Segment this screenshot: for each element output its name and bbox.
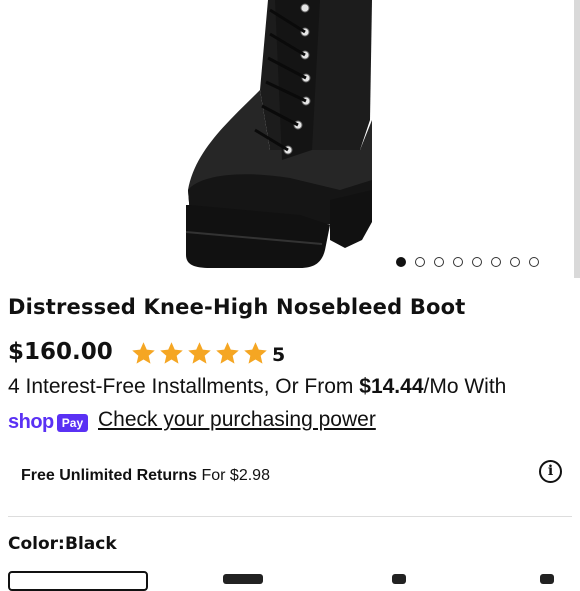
divider (8, 516, 572, 517)
star-icon (216, 342, 239, 364)
carousel-indicator[interactable] (396, 257, 539, 267)
image-edge (574, 0, 580, 278)
carousel-dot[interactable] (396, 257, 406, 267)
info-icon[interactable]: i (539, 460, 562, 483)
rating-stars[interactable] (130, 340, 269, 367)
installments-text: 4 Interest-Free Installments, Or From $1… (8, 375, 506, 399)
carousel-dot[interactable] (491, 257, 501, 267)
star-icon (244, 342, 267, 364)
carousel-dot[interactable] (415, 257, 425, 267)
boot-product-image (185, 0, 372, 268)
shop-pay-badge: Pay (56, 413, 89, 432)
product-image-carousel[interactable] (0, 0, 580, 278)
star-icon (132, 342, 155, 364)
installments-suffix: /Mo With (423, 375, 507, 398)
returns-text: Free Unlimited Returns For $2.98 (21, 467, 270, 485)
star-icon (160, 342, 183, 364)
size-option-partial[interactable] (540, 574, 554, 584)
color-value: Black (65, 534, 117, 554)
carousel-dot[interactable] (472, 257, 482, 267)
product-price: $160.00 (8, 339, 113, 365)
size-option-partial[interactable] (392, 574, 406, 584)
installments-prefix: 4 Interest-Free Installments, Or From (8, 375, 360, 398)
shop-pay-wordmark: shop (8, 411, 54, 433)
carousel-dot[interactable] (453, 257, 463, 267)
returns-bold: Free Unlimited Returns (21, 467, 198, 484)
product-title: Distressed Knee-High Nosebleed Boot (8, 295, 466, 319)
shop-pay-logo: shop Pay (8, 411, 89, 434)
size-option-partial[interactable] (223, 574, 263, 584)
installments-amount: $14.44 (359, 375, 424, 398)
returns-rest: For $2.98 (197, 467, 270, 484)
color-label: Color: (8, 534, 65, 554)
color-swatch-black[interactable] (8, 571, 148, 591)
star-icon (188, 342, 211, 364)
rating-count[interactable]: 5 (272, 344, 285, 366)
carousel-dot[interactable] (529, 257, 539, 267)
carousel-dot[interactable] (510, 257, 520, 267)
carousel-dot[interactable] (434, 257, 444, 267)
check-purchasing-power-link[interactable]: Check your purchasing power (98, 408, 376, 432)
